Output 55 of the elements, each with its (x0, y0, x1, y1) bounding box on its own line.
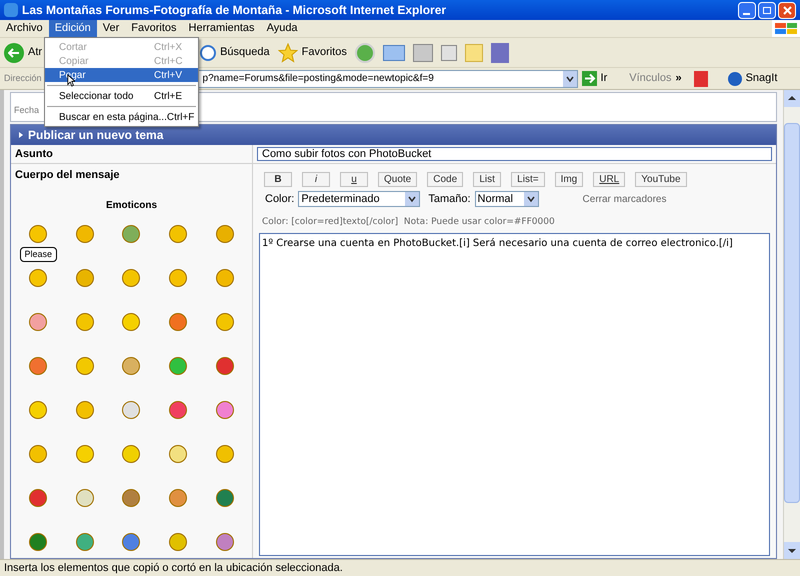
size-select[interactable]: Normal (474, 191, 539, 208)
minimize-button[interactable] (738, 2, 756, 18)
address-label: Dirección (4, 72, 42, 85)
emoticons-title: Emoticons (104, 198, 158, 212)
message-field[interactable]: 1º Crearse una cuenta en PhotoBucket.[i] Será necesario una cuenta de correo electronico.[/i] (259, 233, 770, 556)
menu-item[interactable]: Ver (96, 20, 126, 37)
form-title: Publicar un nuevo tema (28, 127, 164, 144)
bbcode-button[interactable]: i (302, 172, 330, 187)
menu-option[interactable]: Seleccionar todo Ctrl+E (45, 89, 198, 103)
scrollbar[interactable] (783, 90, 800, 559)
bbcode-button[interactable]: Img (554, 172, 584, 187)
message-text: 1º Crearse una cuenta en PhotoBucket.[i] Será necesario una cuenta de correo electronico.[/i] (262, 238, 733, 249)
color-label: Color: (265, 192, 294, 207)
menu-item[interactable]: Herramientas (182, 20, 261, 37)
go-label[interactable]: Ir (600, 70, 608, 87)
size-label: Tamaño: (428, 192, 471, 207)
bbcode-button[interactable]: B (264, 172, 292, 187)
bbcode-button[interactable]: Code (427, 172, 464, 187)
menu-item[interactable]: Archivo (0, 20, 49, 37)
windows-logo (772, 20, 800, 37)
menu-item[interactable]: Edición (48, 20, 97, 37)
menu-item[interactable]: Ayuda (260, 20, 304, 37)
subject-label: Asunto (15, 146, 53, 162)
bbcode-button[interactable]: u (340, 172, 368, 187)
subject-field[interactable]: Como subir fotos con PhotoBucket (257, 147, 772, 161)
close-tags-link[interactable]: Cerrar marcadores (582, 192, 666, 207)
star-icon[interactable] (278, 42, 298, 62)
status-text: Inserta los elementos que copió o cortó en la ubicación seleccionada. (4, 560, 343, 576)
bbcode-button[interactable]: URL (593, 172, 626, 187)
favorites-label[interactable]: Favoritos (302, 44, 347, 61)
scroll-thumb[interactable] (784, 123, 800, 503)
color-select[interactable]: Predeterminado (298, 191, 420, 208)
scroll-down-icon[interactable] (784, 542, 800, 559)
scroll-up-icon[interactable] (784, 90, 800, 107)
help-text: Color: [color=red]texto[/color] Nota: Puede usar color=#FF0000 (262, 216, 556, 228)
restore-button[interactable] (758, 2, 776, 18)
menu-option[interactable]: Buscar en esta página...Ctrl+F (45, 110, 198, 124)
body-label: Cuerpo del mensaje (15, 168, 121, 183)
triangle-right-icon (19, 132, 23, 138)
go-arrow-icon[interactable] (582, 71, 597, 86)
bbcode-button[interactable]: YouTube (635, 172, 687, 187)
speech-bubble: Please (20, 246, 58, 262)
search-label[interactable]: Búsqueda (220, 44, 270, 61)
bbcode-button[interactable]: List (473, 172, 502, 187)
close-button[interactable] (778, 2, 796, 18)
close-icon (782, 6, 792, 14)
bbcode-button[interactable]: List= (511, 172, 545, 187)
search-icon[interactable] (200, 44, 216, 60)
date-label: Fecha (14, 104, 40, 116)
menu-item[interactable]: Favoritos (125, 20, 183, 37)
bbcode-button[interactable]: Quote (378, 172, 418, 187)
window-title: Las Montañas Forums-Fotografía de Montaña - Microsoft Internet Explorer (22, 2, 446, 19)
chevron-label[interactable]: » (675, 70, 682, 87)
back-label[interactable]: Atr (28, 44, 42, 61)
snagit-label[interactable]: SnagIt (746, 70, 778, 87)
